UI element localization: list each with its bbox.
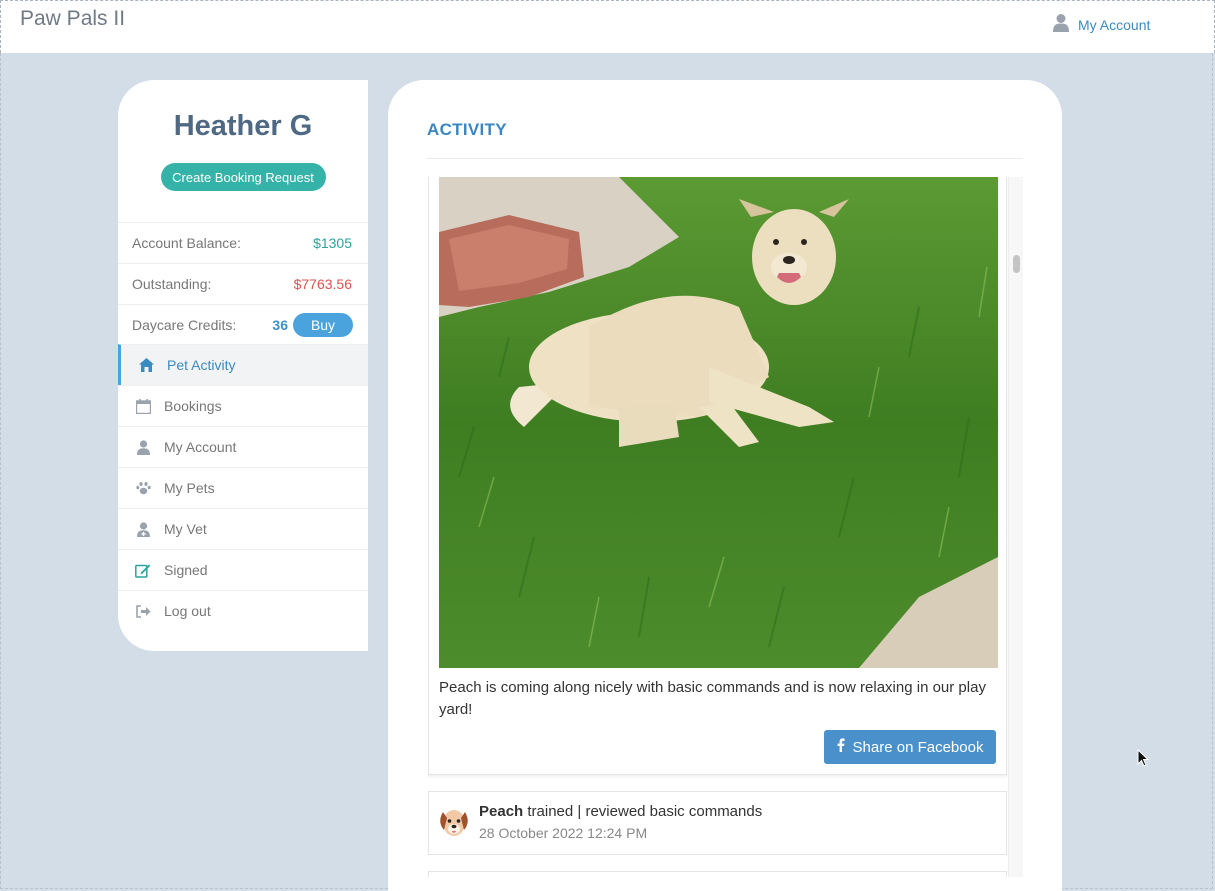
sidebar-item-log-out[interactable]: Log out — [118, 590, 368, 631]
sidebar-item-label: My Vet — [164, 521, 207, 537]
sidebar-item-label: Log out — [164, 603, 211, 619]
sidebar-item-my-pets[interactable]: My Pets — [118, 467, 368, 508]
header-account-link[interactable]: My Account — [1052, 13, 1150, 36]
activity-item — [428, 871, 1007, 877]
main-panel: ACTIVITY Peach is coming along nicely wi… — [388, 80, 1062, 891]
home-icon — [138, 357, 154, 373]
sidebar-item-pet-activity[interactable]: Pet Activity — [118, 344, 368, 385]
buy-credits-button[interactable]: Buy — [293, 313, 353, 337]
page-title: ACTIVITY — [427, 120, 507, 139]
sidebar-item-label: My Pets — [164, 480, 215, 496]
title-divider — [427, 158, 1023, 159]
sidebar-item-label: Signed — [164, 562, 208, 578]
activity-feed[interactable]: Peach is coming along nicely with basic … — [428, 177, 1023, 877]
sidebar-item-my-vet[interactable]: My Vet — [118, 508, 368, 549]
outstanding-value: $7763.56 — [293, 276, 352, 292]
pet-photo — [439, 177, 998, 668]
outstanding-row: Outstanding: $7763.56 — [118, 263, 368, 304]
app-title: Paw Pals II — [20, 7, 126, 30]
user-icon — [135, 439, 151, 455]
create-booking-button[interactable]: Create Booking Request — [160, 163, 326, 191]
calendar-icon — [135, 398, 151, 414]
doctor-icon — [135, 521, 151, 537]
activity-pet-name: Peach — [479, 803, 524, 820]
mouse-cursor-icon — [1137, 748, 1150, 772]
scrollbar-thumb[interactable] — [1013, 255, 1020, 273]
feed-scrollbar[interactable] — [1008, 177, 1023, 877]
edit-icon — [135, 562, 151, 578]
sidebar-item-bookings[interactable]: Bookings — [118, 385, 368, 426]
daycare-credits-row: Daycare Credits: 36 Buy — [118, 304, 368, 345]
user-name: Heather G — [173, 110, 313, 142]
sidebar-nav: Pet Activity Bookings My Account My Pets… — [118, 344, 368, 631]
sidebar: Heather G Create Booking Request Account… — [118, 80, 368, 651]
sidebar-item-signed[interactable]: Signed — [118, 549, 368, 590]
share-facebook-label: Share on Facebook — [852, 738, 984, 756]
sidebar-item-label: My Account — [164, 439, 237, 455]
account-balance-value: $1305 — [313, 235, 352, 251]
activity-item: Peach trained | reviewed basic commands … — [428, 791, 1007, 855]
share-facebook-button[interactable]: Share on Facebook — [824, 730, 996, 764]
daycare-credits-label: Daycare Credits: — [132, 317, 237, 333]
sidebar-item-label: Bookings — [164, 398, 222, 414]
sign-out-icon — [135, 603, 151, 619]
top-bar: Paw Pals II My Account — [0, 0, 1215, 53]
sidebar-item-my-account[interactable]: My Account — [118, 426, 368, 467]
account-balance-row: Account Balance: $1305 — [118, 222, 368, 263]
user-icon — [1052, 13, 1070, 36]
activity-text: trained | reviewed basic commands — [527, 803, 763, 820]
dog-avatar-icon — [439, 806, 469, 840]
sidebar-item-label: Pet Activity — [167, 357, 236, 373]
account-balance-label: Account Balance: — [132, 235, 241, 251]
header-account-label: My Account — [1078, 16, 1151, 33]
activity-post: Peach is coming along nicely with basic … — [428, 177, 1007, 775]
outstanding-label: Outstanding: — [132, 276, 212, 292]
daycare-credits-value: 36 — [272, 317, 288, 333]
activity-description: Peach trained | reviewed basic commands — [479, 803, 762, 820]
post-caption: Peach is coming along nicely with basic … — [439, 679, 986, 718]
facebook-icon — [837, 738, 845, 756]
paw-icon — [135, 480, 151, 496]
activity-date: 28 October 2022 12:24 PM — [479, 825, 648, 841]
